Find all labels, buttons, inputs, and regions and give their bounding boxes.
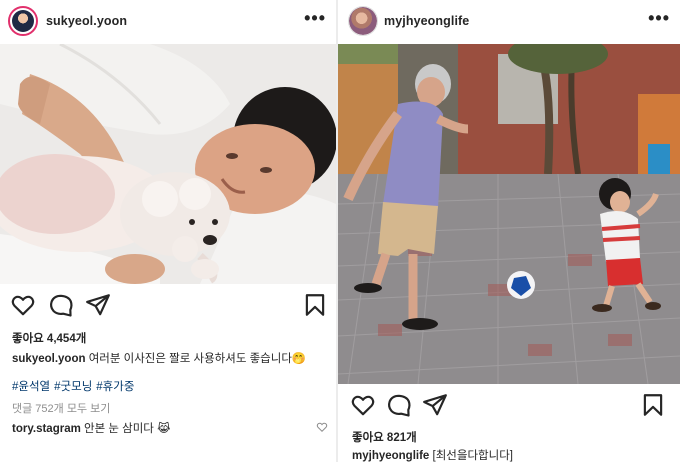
comment-text: 안본 눈 삼미다 😹 <box>84 423 171 435</box>
post-photo[interactable] <box>0 44 336 284</box>
caption-username[interactable]: sukyeol.yoon <box>12 353 86 365</box>
like-count[interactable]: 좋아요 821개 <box>352 429 417 445</box>
avatar[interactable] <box>8 6 38 36</box>
hashtag-link[interactable]: #윤석열 <box>12 381 50 393</box>
caption-text: 여러분 이사진은 짤로 사용하셔도 좋습니다🤭 <box>88 353 307 365</box>
view-all-comments-link[interactable]: 댓글 752개 모두 보기 <box>12 400 110 416</box>
caption: sukyeol.yoon 여러분 이사진은 짤로 사용하셔도 좋습니다🤭 <box>12 350 306 366</box>
comment-username[interactable]: tory.stagram <box>12 423 81 435</box>
post-photo[interactable] <box>338 44 680 384</box>
caption: myjhyeonglife [최선을다합니다] <box>352 447 513 463</box>
comment-icon[interactable] <box>386 392 412 418</box>
post-actions <box>338 392 680 422</box>
hashtag-link[interactable]: #굿모닝 <box>54 381 92 393</box>
photo-grandpa-and-child-soccer <box>338 44 680 384</box>
feed-screenshot: sukyeol.yoon ••• 좋아요 4,454개 sukyeol.yoon… <box>0 0 680 462</box>
post-right: myjhyeonglife ••• 좋아요 821개 myjhyeonglife… <box>338 0 680 462</box>
hashtags: #윤석열 #굿모닝 #휴가중 <box>12 378 138 394</box>
post-header: myjhyeonglife ••• <box>338 0 680 44</box>
comment-like-heart-icon[interactable] <box>316 421 328 433</box>
bookmark-icon[interactable] <box>640 392 666 418</box>
share-icon[interactable] <box>422 392 448 418</box>
comment-row: tory.stagram 안본 눈 삼미다 😹 <box>12 420 171 436</box>
like-count[interactable]: 좋아요 4,454개 <box>12 330 86 346</box>
post-actions <box>0 292 336 322</box>
post-username[interactable]: myjhyeonglife <box>384 14 469 28</box>
more-options-icon[interactable]: ••• <box>648 9 670 27</box>
bookmark-icon[interactable] <box>302 292 328 318</box>
more-options-icon[interactable]: ••• <box>304 9 326 27</box>
share-icon[interactable] <box>85 292 111 318</box>
heart-icon[interactable] <box>350 392 376 418</box>
hashtag-link[interactable]: #휴가중 <box>96 381 134 393</box>
comment-icon[interactable] <box>48 292 74 318</box>
avatar[interactable] <box>348 6 378 36</box>
caption-username[interactable]: myjhyeonglife <box>352 450 429 462</box>
caption-text: [최선을다합니다] <box>432 450 513 462</box>
post-header: sukyeol.yoon ••• <box>0 0 336 44</box>
heart-icon[interactable] <box>10 292 36 318</box>
post-username[interactable]: sukyeol.yoon <box>46 14 127 28</box>
post-left: sukyeol.yoon ••• 좋아요 4,454개 sukyeol.yoon… <box>0 0 336 462</box>
photo-man-with-dog <box>0 44 336 284</box>
